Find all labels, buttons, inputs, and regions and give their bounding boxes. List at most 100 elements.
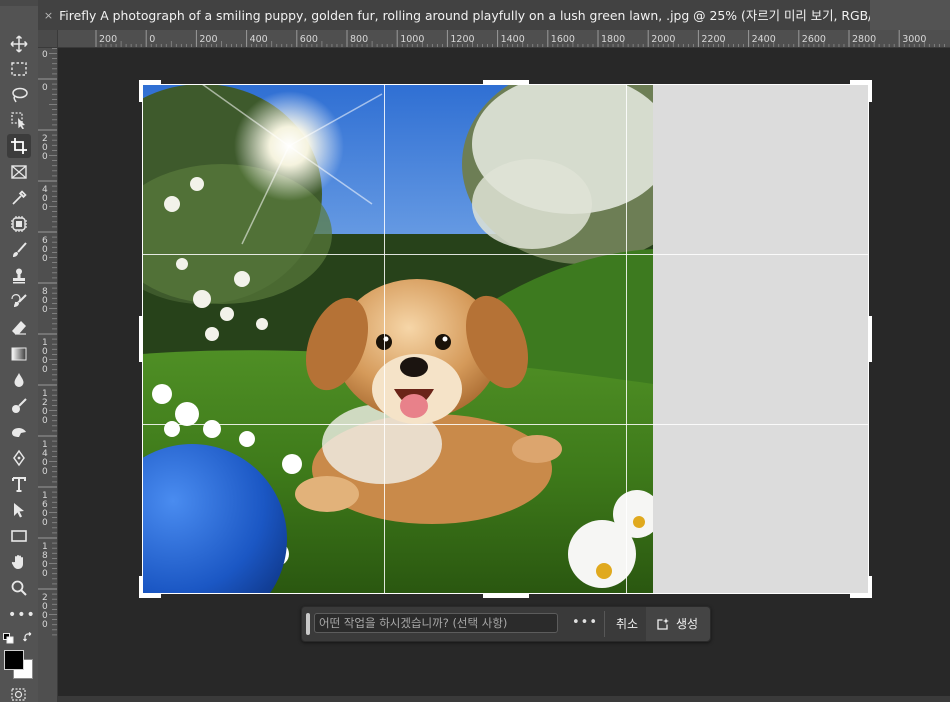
move-icon <box>10 35 28 53</box>
crop-grid-line <box>142 424 869 425</box>
pen-tool[interactable] <box>7 446 31 470</box>
gradient-icon <box>11 347 27 361</box>
horizontal-ruler[interactable]: 200 0 200 400 600 800 1000 1200 1400 1600 1800 2000… <box>58 30 950 48</box>
crop-tool[interactable] <box>7 134 31 158</box>
crop-handle-top-left[interactable] <box>139 80 143 102</box>
eyedropper-tool[interactable] <box>7 186 31 210</box>
rectangular-marquee-tool[interactable] <box>7 57 31 81</box>
contextual-task-bar: 어떤 작업을 하시겠습니까? (선택 사항) ••• 취소 생성 <box>301 606 711 642</box>
blur-drop-icon <box>14 373 24 387</box>
taskbar-drag-handle[interactable] <box>306 613 310 635</box>
crop-grid-line <box>626 84 627 594</box>
ruler-label: 800 <box>350 34 368 45</box>
spot-healing-tool[interactable] <box>7 212 31 236</box>
quick-mask-icon[interactable] <box>11 688 26 701</box>
stamp-icon <box>13 268 25 284</box>
status-strip <box>58 696 950 702</box>
generate-icon <box>657 618 669 630</box>
healing-icon <box>11 216 27 232</box>
eraser-icon <box>12 321 26 335</box>
taskbar-divider <box>604 611 605 637</box>
ruler-label: 600 <box>300 34 318 45</box>
brush-tool[interactable] <box>7 238 31 262</box>
object-selection-icon <box>11 112 25 129</box>
crop-handle-bottom-right[interactable] <box>868 576 872 598</box>
rectangle-icon <box>11 530 27 542</box>
frame-tool[interactable] <box>7 160 31 184</box>
smudge-tool[interactable] <box>7 420 31 444</box>
type-icon <box>12 477 26 492</box>
crop-handle-right[interactable] <box>868 316 872 362</box>
blur-tool[interactable] <box>7 368 31 392</box>
dodge-icon <box>12 398 27 413</box>
ruler-label: 800 <box>42 287 48 315</box>
cancel-button[interactable]: 취소 <box>616 615 638 632</box>
ruler-label: 1000 <box>400 34 424 45</box>
crop-handle-top-right[interactable] <box>868 80 872 102</box>
generate-label: 생성 <box>676 617 699 631</box>
smudge-icon <box>12 428 26 437</box>
ruler-label: 200 <box>199 34 217 45</box>
zoom-tool[interactable] <box>7 576 31 600</box>
ruler-label: 0 <box>42 83 48 93</box>
pen-icon <box>13 449 25 467</box>
eyedropper-icon <box>12 190 27 205</box>
crop-grid-line <box>142 254 869 255</box>
ruler-label: 3000 <box>902 34 926 45</box>
zoom-icon <box>11 580 27 596</box>
tools-panel: ••• <box>0 0 39 702</box>
type-tool[interactable] <box>7 472 31 496</box>
horizontal-ruler-ticks: 200 0 200 400 600 800 1000 1200 1400 1600 1800 2000… <box>95 30 945 47</box>
ruler-label: 2000 <box>651 34 675 45</box>
lasso-tool[interactable] <box>7 83 31 107</box>
dodge-tool[interactable] <box>7 394 31 418</box>
generative-prompt-input[interactable]: 어떤 작업을 하시겠습니까? (선택 사항) <box>314 613 558 633</box>
crop-handle-top[interactable] <box>483 80 529 84</box>
ruler-label: 1000 <box>42 338 48 375</box>
ruler-label: 1600 <box>42 491 48 528</box>
hand-icon <box>11 555 23 569</box>
more-options-button[interactable]: ••• <box>572 615 598 630</box>
swap-colors-icon[interactable] <box>22 632 34 644</box>
document-title: Firefly A photograph of a smiling puppy,… <box>59 8 870 23</box>
ruler-origin[interactable] <box>38 30 58 48</box>
ruler-label: 2400 <box>752 34 776 45</box>
gradient-tool[interactable] <box>7 342 31 366</box>
history-brush-tool[interactable] <box>7 290 31 314</box>
ruler-label: 2200 <box>701 34 725 45</box>
clone-stamp-tool[interactable] <box>7 264 31 288</box>
hand-tool[interactable] <box>7 550 31 574</box>
ruler-label: 0 <box>149 34 155 45</box>
ruler-label: 600 <box>42 236 48 264</box>
ruler-label: 200 <box>42 134 48 162</box>
eraser-tool[interactable] <box>7 316 31 340</box>
crop-handle-bottom[interactable] <box>483 594 529 598</box>
ruler-label: 2800 <box>852 34 876 45</box>
ruler-label: 1800 <box>42 542 48 579</box>
crop-icon <box>11 138 27 154</box>
vertical-ruler[interactable]: 2000200400600800100012001400160018002000 <box>38 48 58 702</box>
foreground-color-swatch[interactable] <box>4 650 24 670</box>
crop-handle-left[interactable] <box>139 316 143 362</box>
crop-frame[interactable] <box>142 84 869 594</box>
object-selection-tool[interactable] <box>7 108 31 132</box>
ruler-label: 1200 <box>450 34 474 45</box>
brush-icon <box>13 242 27 257</box>
ruler-label: 2000 <box>42 593 48 630</box>
rectangle-tool[interactable] <box>7 524 31 548</box>
ruler-label: 200 <box>42 48 48 60</box>
ruler-label: 2600 <box>802 34 826 45</box>
arrow-icon <box>14 503 24 518</box>
marquee-icon <box>11 62 27 76</box>
move-tool[interactable] <box>7 32 31 56</box>
panel-grip[interactable] <box>0 0 38 6</box>
default-colors-icon[interactable] <box>3 633 14 644</box>
document-tab[interactable]: × Firefly A photograph of a smiling pupp… <box>38 0 870 30</box>
vertical-ruler-ticks: 2000200400600800100012001400160018002000 <box>38 48 57 636</box>
crop-handle-bottom-left[interactable] <box>139 576 143 598</box>
frame-icon <box>11 165 27 179</box>
path-selection-tool[interactable] <box>7 498 31 522</box>
close-tab-icon[interactable]: × <box>38 9 59 22</box>
ruler-label: 1800 <box>601 34 625 45</box>
more-tools-button[interactable]: ••• <box>8 606 35 624</box>
